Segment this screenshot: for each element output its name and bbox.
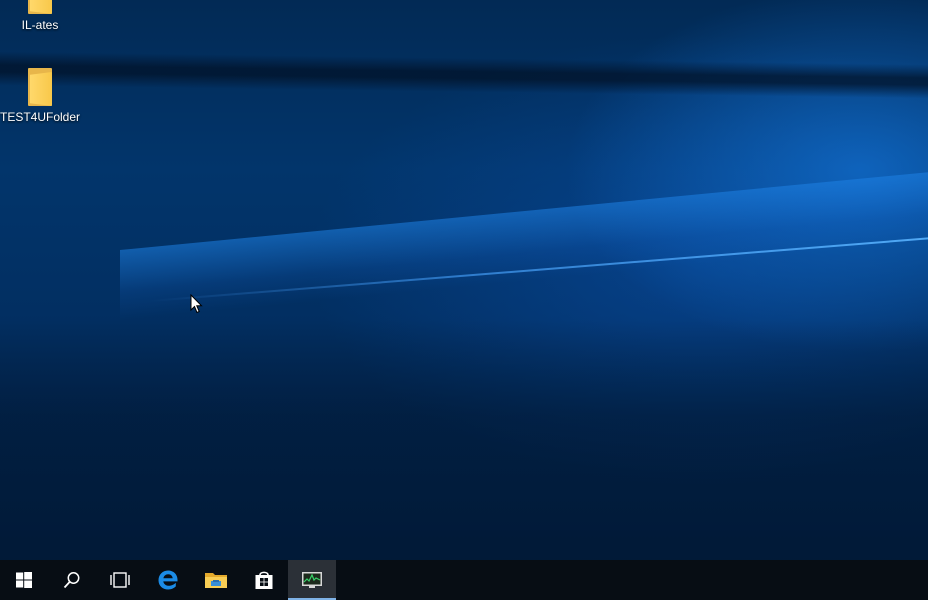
wallpaper-lower-shade [0,320,928,560]
store-icon [255,571,273,589]
file-explorer-taskbar-button[interactable] [192,560,240,600]
edge-taskbar-button[interactable] [144,560,192,600]
taskbar [0,560,928,600]
monitor-app-icon [302,572,322,588]
mouse-cursor-icon [190,294,203,314]
start-button[interactable] [0,560,48,600]
search-button[interactable] [48,560,96,600]
wallpaper-shadow-band [0,51,928,99]
desktop-icon-il-ates[interactable]: IL-ates [0,0,80,32]
task-view-icon [110,572,130,588]
desktop-icon-label: TEST4UFolder [0,110,81,124]
edge-browser-icon [158,570,178,590]
folder-icon [26,68,54,106]
search-icon [63,572,80,589]
desktop[interactable]: IL-ates TEST4UFolder [0,0,928,600]
file-explorer-icon [205,573,227,588]
wallpaper-light-beam [120,163,928,320]
store-taskbar-button[interactable] [240,560,288,600]
windows-logo-icon [16,572,32,588]
wallpaper-light-line [150,235,928,302]
desktop-icon-test4ufolder[interactable]: TEST4UFolder [0,68,80,124]
monitor-app-taskbar-button[interactable] [288,560,336,600]
desktop-icon-label: IL-ates [21,18,59,32]
folder-icon [26,0,54,14]
task-view-button[interactable] [96,560,144,600]
